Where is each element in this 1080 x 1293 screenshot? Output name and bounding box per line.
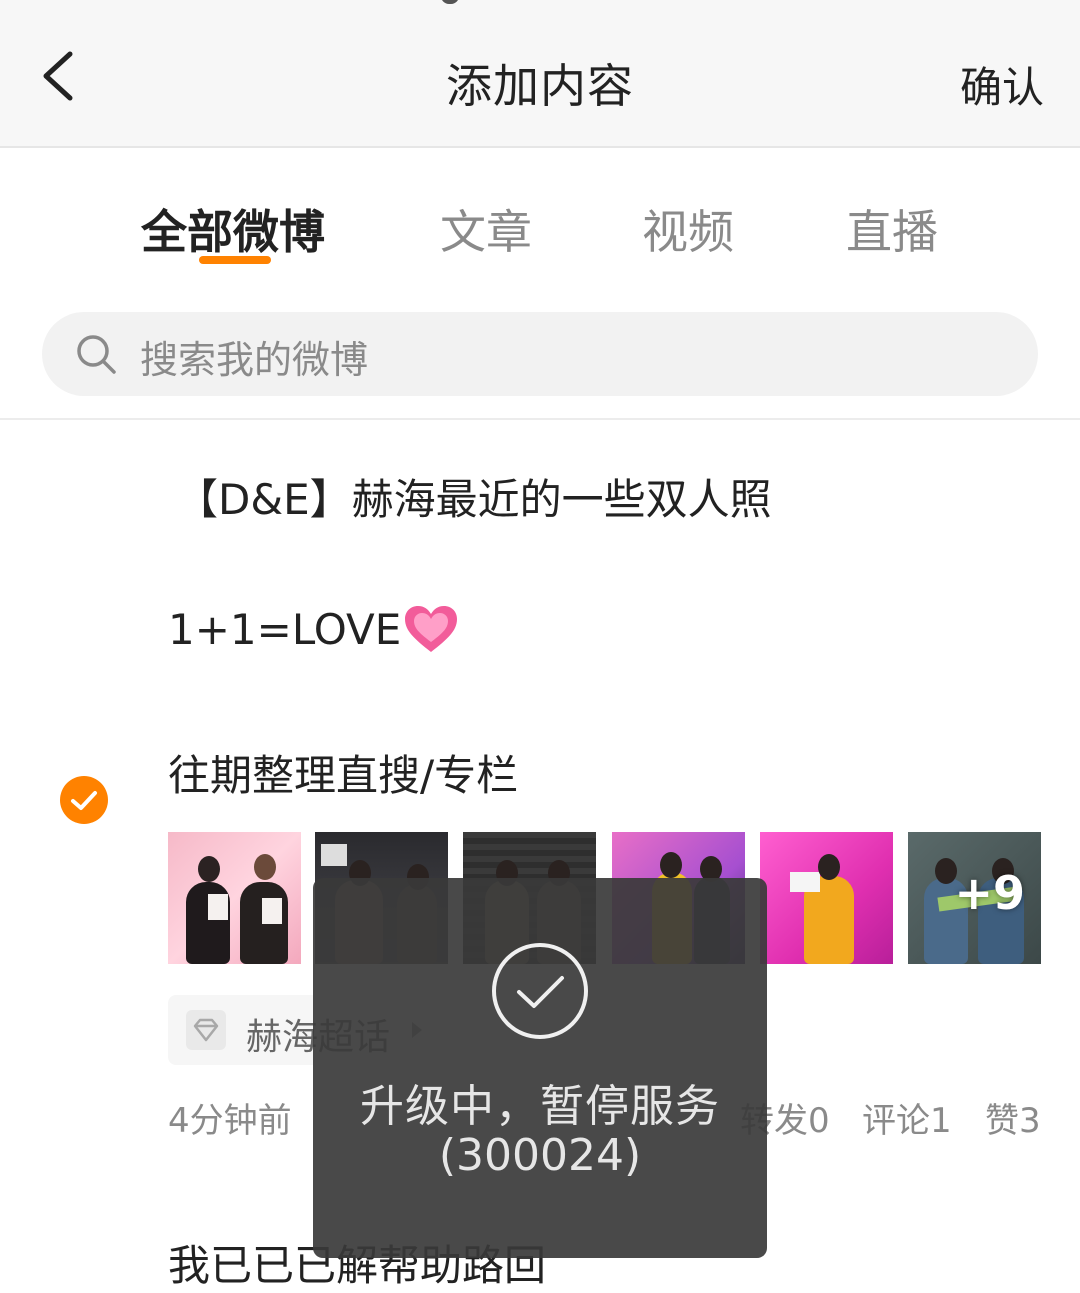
toast-error-code: (300024): [438, 1130, 642, 1181]
search-icon: [77, 335, 116, 374]
heart-emoji-icon: [405, 606, 458, 652]
search-input[interactable]: 搜索我的微博: [140, 329, 368, 384]
toast-message: 升级中，暂停服务: [360, 1081, 720, 1132]
post-image-5[interactable]: [760, 832, 893, 964]
post-body-line: 往期整理直搜/专栏: [168, 751, 519, 800]
more-images-count: +9: [954, 866, 1025, 920]
status-bar-edge: [0, 0, 1080, 8]
post-image-6[interactable]: +9: [908, 832, 1041, 964]
diamond-icon: [186, 1010, 226, 1050]
tab-articles[interactable]: 文章: [440, 196, 532, 262]
post-image-1[interactable]: [168, 832, 301, 964]
check-circle-icon: [492, 943, 588, 1039]
tab-videos[interactable]: 视频: [642, 196, 734, 262]
error-toast: 升级中，暂停服务 (300024): [313, 878, 767, 1258]
like-count: 赞3: [985, 1101, 1041, 1141]
comment-count: 评论1: [862, 1101, 952, 1141]
divider: [0, 418, 1080, 420]
tab-all-weibo[interactable]: 全部微博: [141, 196, 325, 262]
post-selected-checkbox[interactable]: [60, 776, 108, 824]
tab-bar: 全部微博 文章 视频 直播: [0, 150, 1080, 290]
post-subtitle-line: 1+1=LOVE: [168, 604, 459, 656]
top-bar: 添加内容 确认: [0, 8, 1080, 148]
post-time: 4分钟前: [168, 1101, 292, 1141]
tab-live[interactable]: 直播: [846, 196, 938, 262]
checkmark-icon: [71, 791, 97, 810]
confirm-button[interactable]: 确认: [960, 54, 1044, 115]
post-title-line: 【D&E】赫海最近的一些双人照: [176, 475, 772, 524]
post-subtitle-text: 1+1=LOVE: [168, 605, 402, 654]
search-bar[interactable]: 搜索我的微博: [42, 312, 1038, 396]
camera-notch: [441, 0, 459, 4]
page-title: 添加内容: [446, 59, 634, 113]
active-tab-indicator: [199, 256, 271, 264]
